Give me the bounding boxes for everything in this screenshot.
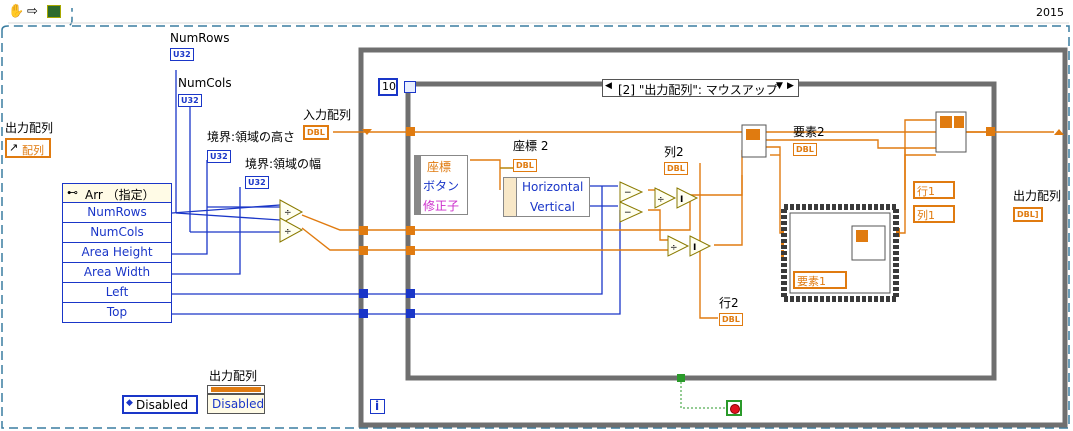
element2-indicator: DBL bbox=[793, 143, 817, 156]
coord-unbundle-bar bbox=[504, 178, 517, 216]
event-data-node[interactable]: 座標 ボタン 修正子 bbox=[414, 155, 468, 215]
reference-icon: ↗ bbox=[9, 141, 19, 154]
coord-horizontal[interactable]: Horizontal bbox=[522, 180, 583, 194]
coord-vertical[interactable]: Vertical bbox=[530, 200, 575, 214]
loop-count-constant[interactable]: 10 bbox=[378, 78, 398, 96]
element1-constant[interactable]: 要素1 bbox=[793, 271, 847, 289]
col2-indicator: DBL bbox=[664, 162, 688, 175]
svg-text:÷: ÷ bbox=[284, 227, 292, 237]
col1-label: 列1 bbox=[917, 209, 935, 222]
svg-text:÷: ÷ bbox=[657, 195, 665, 205]
area-width-indicator: U32 bbox=[245, 176, 269, 189]
disabled-enum-value: Disabled bbox=[136, 398, 189, 412]
unbundle-row-num-rows[interactable]: NumRows bbox=[62, 203, 172, 223]
svg-text:÷: ÷ bbox=[284, 208, 292, 218]
dropdown-icon[interactable]: ▼ bbox=[776, 81, 783, 91]
event-data-button[interactable]: ボタン bbox=[423, 177, 459, 194]
stop-terminal[interactable] bbox=[726, 400, 742, 416]
coord2-indicator: DBL bbox=[513, 159, 537, 172]
property-node-header bbox=[207, 385, 265, 394]
stop-icon bbox=[730, 404, 740, 414]
input-array-terminal[interactable]: DBL bbox=[303, 125, 329, 140]
unbundle-row-area-height[interactable]: Area Height bbox=[62, 243, 172, 263]
row2-indicator: DBL bbox=[719, 313, 743, 326]
disabled-property-value: Disabled bbox=[212, 397, 265, 411]
element2-label: 要素2 bbox=[793, 125, 825, 139]
timeout-terminal bbox=[404, 81, 416, 93]
array-control-label: 配列 bbox=[22, 144, 44, 157]
enum-arrows-icon[interactable]: ◆ bbox=[126, 398, 133, 408]
coord2-label: 座標 2 bbox=[513, 139, 549, 153]
row2-label: 行2 bbox=[719, 296, 739, 310]
svg-text:−: − bbox=[624, 208, 632, 218]
property-node-ref bbox=[211, 387, 261, 392]
unbundle-row-top[interactable]: Top bbox=[62, 303, 172, 323]
event-data-modifier[interactable]: 修正子 bbox=[423, 197, 459, 214]
loop-count-value: 10 bbox=[382, 80, 396, 93]
unbundle-row-area-width[interactable]: Area Width bbox=[62, 263, 172, 283]
output-array-label-bottom: 出力配列 bbox=[209, 369, 258, 383]
array-control[interactable]: ↗ 配列 bbox=[5, 138, 51, 158]
unbundle-row-left[interactable]: Left bbox=[62, 283, 172, 303]
num-cols-indicator: U32 bbox=[178, 94, 202, 107]
next-event-icon[interactable]: ▶ bbox=[787, 81, 794, 91]
unbundle-header[interactable]: ⊷ Arr （指定） bbox=[62, 183, 172, 203]
svg-text:I: I bbox=[680, 195, 683, 205]
col2-label: 列2 bbox=[664, 145, 684, 159]
event-selector[interactable]: ◀ [2] "出力配列": マウスアップ ▼ ▶ bbox=[602, 79, 799, 97]
disabled-enum-constant[interactable]: ◆ Disabled bbox=[122, 395, 198, 414]
disabled-property[interactable]: Disabled bbox=[207, 394, 265, 414]
element1-label: 要素1 bbox=[797, 275, 826, 288]
num-rows-label: NumRows bbox=[170, 31, 230, 45]
event-data-bar bbox=[415, 156, 421, 214]
output-array-label-right: 出力配列 bbox=[1013, 189, 1062, 203]
output-array-terminal: DBL] bbox=[1013, 207, 1043, 222]
event-data-coord[interactable]: 座標 bbox=[427, 158, 451, 175]
col1-constant[interactable]: 列1 bbox=[913, 205, 955, 223]
input-array-label: 入力配列 bbox=[303, 108, 352, 122]
area-width-label: 境界:領域の幅 bbox=[245, 157, 322, 171]
svg-text:I: I bbox=[693, 243, 696, 253]
area-height-indicator: U32 bbox=[207, 150, 231, 163]
svg-text:−: − bbox=[624, 188, 632, 198]
area-height-label: 境界:領域の高さ bbox=[207, 130, 296, 144]
unbundle-header-label: Arr （指定） bbox=[85, 188, 155, 202]
unbundle-row-num-cols[interactable]: NumCols bbox=[62, 223, 172, 243]
output-array-label-left: 出力配列 bbox=[5, 121, 54, 135]
row1-constant[interactable]: 行1 bbox=[913, 181, 955, 199]
num-rows-indicator: U32 bbox=[170, 48, 194, 61]
info-terminal: i bbox=[370, 399, 385, 414]
svg-text:÷: ÷ bbox=[670, 243, 678, 253]
event-selector-label: [2] "出力配列": マウスアップ bbox=[618, 83, 778, 97]
unbundle-icon: ⊷ bbox=[67, 186, 78, 199]
prev-event-icon[interactable]: ◀ bbox=[605, 81, 612, 91]
row1-label: 行1 bbox=[917, 185, 935, 198]
info-icon: i bbox=[375, 399, 380, 413]
num-cols-label: NumCols bbox=[178, 76, 232, 90]
coord-unbundle[interactable]: Horizontal Vertical bbox=[503, 177, 590, 217]
